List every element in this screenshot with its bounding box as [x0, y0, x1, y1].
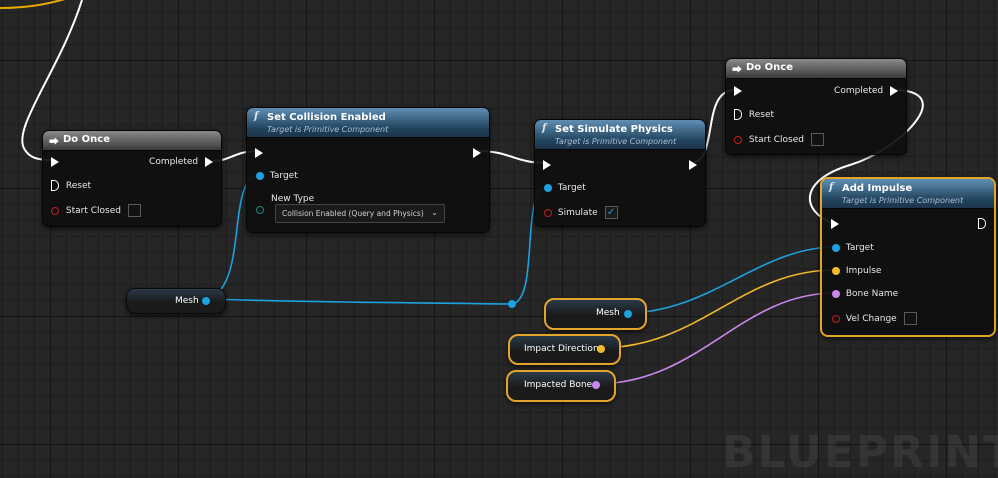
impulse-pin[interactable] [832, 266, 840, 275]
target-pin[interactable] [544, 183, 552, 192]
exec-wire-incoming-top[interactable] [0, 0, 80, 9]
do-once-header[interactable]: ⮕ Do Once [726, 59, 906, 79]
new-type-value: Collision Enabled (Query and Physics) [282, 209, 424, 218]
exec-input-pin[interactable] [255, 147, 263, 159]
target-label: Target [845, 243, 874, 253]
reset-label: Reset [748, 110, 775, 120]
target-pin[interactable] [832, 243, 840, 252]
start-closed-pin[interactable] [734, 135, 742, 144]
completed-label: Completed [149, 157, 199, 167]
node-subtitle: Target is Primitive Component [555, 137, 677, 146]
simulate-input[interactable]: Simulate [544, 206, 618, 219]
completed-pin[interactable] [890, 85, 898, 96]
vel-change-checkbox[interactable] [903, 312, 917, 325]
completed-pin[interactable] [205, 156, 213, 167]
exec-output-pin[interactable] [978, 218, 986, 230]
start-closed-input[interactable]: Start Closed [51, 204, 141, 217]
impulse-input[interactable]: Impulse [832, 265, 881, 277]
add-impulse-node[interactable]: f Add Impulse Target is Primitive Compon… [820, 177, 996, 337]
node-title: Set Collision Enabled [267, 112, 386, 123]
start-closed-checkbox[interactable] [127, 204, 141, 217]
reroute-knot[interactable] [508, 300, 516, 308]
mesh-output-pin[interactable] [202, 297, 210, 305]
exec-input-pin[interactable] [51, 156, 59, 168]
reset-label: Reset [65, 181, 92, 191]
variable-label: Impact Direction [524, 344, 599, 354]
node-title: Do Once [746, 62, 793, 73]
node-title: Set Simulate Physics [555, 124, 673, 135]
target-pin[interactable] [256, 171, 264, 180]
node-title: Add Impulse [842, 183, 913, 194]
variable-label: Mesh [175, 296, 199, 306]
start-closed-checkbox[interactable] [810, 133, 824, 146]
start-closed-input[interactable]: Start Closed [734, 133, 824, 146]
chevron-down-icon: ⌄ [431, 208, 438, 217]
completed-output[interactable]: Completed [149, 156, 213, 168]
vel-change-label: Vel Change [845, 314, 897, 324]
node-subtitle: Target is Primitive Component [842, 196, 964, 205]
reset-pin[interactable] [51, 180, 59, 191]
exec-output-pin[interactable] [473, 147, 481, 159]
completed-label: Completed [834, 86, 884, 96]
exec-input-pin[interactable] [543, 159, 551, 171]
function-f-icon: f [254, 111, 259, 122]
do-once-node-1[interactable]: ⮕ Do Once Completed Reset Start Closed [42, 130, 222, 227]
mesh-variable-node-1[interactable]: Mesh [126, 288, 226, 314]
target-input[interactable]: Target [544, 182, 586, 194]
function-f-icon: f [829, 182, 834, 193]
target-input[interactable]: Target [256, 170, 298, 182]
start-closed-label: Start Closed [748, 135, 804, 145]
impacted-bone-variable-node[interactable]: Impacted Bone [506, 370, 616, 402]
new-type-dropdown[interactable]: Collision Enabled (Query and Physics) ⌄ [275, 204, 445, 223]
variable-label: Mesh [596, 308, 620, 318]
bone-name-label: Bone Name [845, 289, 899, 299]
set-collision-enabled-node[interactable]: f Set Collision Enabled Target is Primit… [246, 107, 490, 233]
target-label: Target [269, 171, 298, 181]
node-title: Do Once [63, 134, 110, 145]
variable-label: Impacted Bone [524, 380, 593, 390]
simulate-checkbox[interactable] [604, 206, 618, 219]
impact-direction-variable-node[interactable]: Impact Direction [508, 334, 621, 365]
reset-input[interactable]: Reset [51, 180, 91, 192]
name-output-pin[interactable] [592, 381, 600, 389]
exec-input-pin[interactable] [734, 85, 742, 97]
start-closed-pin[interactable] [51, 206, 59, 215]
mesh-variable-node-2[interactable]: Mesh [544, 298, 647, 330]
mesh-wire-to-reroute[interactable] [205, 298, 513, 305]
add-impulse-header[interactable]: f Add Impulse Target is Primitive Compon… [822, 179, 994, 209]
completed-output[interactable]: Completed [834, 85, 898, 97]
target-label: Target [557, 183, 586, 193]
impulse-label: Impulse [845, 266, 882, 276]
start-closed-label: Start Closed [65, 206, 121, 216]
vel-change-input[interactable]: Vel Change [832, 312, 917, 325]
set-simulate-physics-node[interactable]: f Set Simulate Physics Target is Primiti… [534, 119, 706, 227]
reset-pin[interactable] [734, 109, 742, 120]
mesh-output-pin[interactable] [624, 310, 632, 318]
bone-name-pin[interactable] [832, 289, 840, 298]
set-collision-header[interactable]: f Set Collision Enabled Target is Primit… [247, 108, 489, 138]
simulate-label: Simulate [557, 208, 598, 218]
target-input[interactable]: Target [832, 242, 874, 254]
exec-output-pin[interactable] [689, 159, 697, 171]
function-f-icon: f [542, 123, 547, 134]
bone-name-input[interactable]: Bone Name [832, 288, 898, 300]
node-subtitle: Target is Primitive Component [267, 125, 389, 134]
new-type-pin[interactable] [256, 204, 264, 216]
exec-input-pin[interactable] [831, 218, 839, 230]
reset-input[interactable]: Reset [734, 109, 774, 121]
do-once-icon: ⮕ [49, 137, 59, 148]
simulate-pin[interactable] [544, 208, 552, 217]
vel-change-pin[interactable] [832, 314, 840, 323]
do-once-icon: ⮕ [732, 65, 742, 76]
set-simulate-header[interactable]: f Set Simulate Physics Target is Primiti… [535, 120, 705, 150]
do-once-node-2[interactable]: ⮕ Do Once Completed Reset Start Closed [725, 58, 907, 155]
vector-output-pin[interactable] [597, 345, 605, 353]
do-once-header[interactable]: ⮕ Do Once [43, 131, 221, 151]
